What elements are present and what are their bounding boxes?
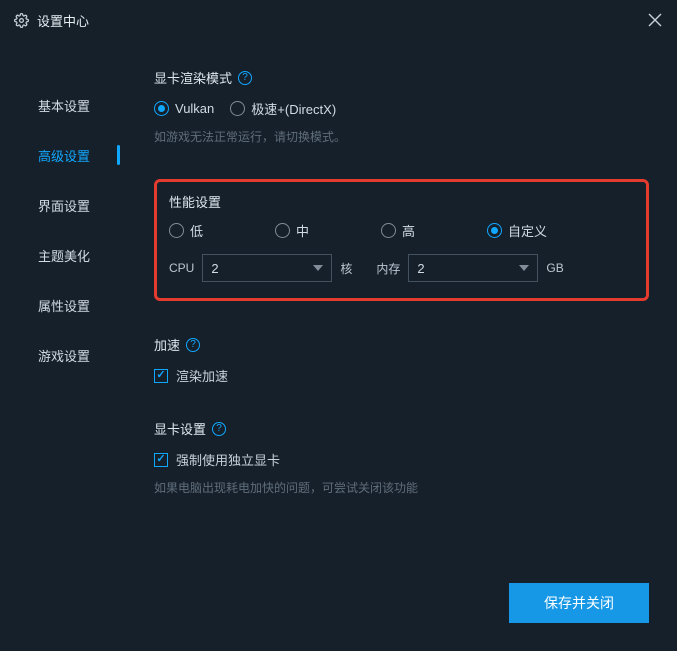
performance-section: 性能设置 低 中 高 自定义 bbox=[154, 179, 649, 301]
render-accel-checkbox[interactable]: 渲染加速 bbox=[154, 366, 649, 385]
radio-dot-icon bbox=[230, 101, 245, 116]
radio-label: 低 bbox=[190, 221, 203, 240]
perf-title: 性能设置 bbox=[169, 192, 221, 211]
titlebar: 设置中心 bbox=[0, 0, 677, 40]
checkbox-label: 强制使用独立显卡 bbox=[176, 450, 280, 469]
sidebar-item-basic[interactable]: 基本设置 bbox=[0, 80, 128, 130]
radio-label: 极速+(DirectX) bbox=[251, 99, 336, 118]
render-hint: 如游戏无法正常运行，请切换模式。 bbox=[154, 128, 649, 145]
gpu-section: 显卡设置 ? 强制使用独立显卡 如果电脑出现耗电加快的问题，可尝试关闭该功能 bbox=[154, 419, 649, 496]
cpu-unit: 核 bbox=[340, 260, 352, 277]
accel-title: 加速 bbox=[154, 335, 180, 354]
cpu-select[interactable]: 2 bbox=[202, 254, 332, 282]
radio-vulkan[interactable]: Vulkan bbox=[154, 101, 214, 116]
radio-label: 高 bbox=[402, 221, 415, 240]
render-section: 显卡渲染模式 ? Vulkan 极速+(DirectX) 如游戏无法正常运行，请… bbox=[154, 68, 649, 145]
sidebar: 基本设置 高级设置 界面设置 主题美化 属性设置 游戏设置 bbox=[0, 40, 128, 651]
radio-label: 中 bbox=[296, 221, 309, 240]
radio-dot-icon bbox=[169, 223, 184, 238]
render-title: 显卡渲染模式 bbox=[154, 68, 232, 87]
main-panel: 显卡渲染模式 ? Vulkan 极速+(DirectX) 如游戏无法正常运行，请… bbox=[128, 40, 677, 651]
help-icon[interactable]: ? bbox=[186, 338, 200, 352]
sidebar-item-property[interactable]: 属性设置 bbox=[0, 280, 128, 330]
help-icon[interactable]: ? bbox=[238, 71, 252, 85]
radio-label: 自定义 bbox=[508, 221, 547, 240]
checkbox-icon bbox=[154, 453, 168, 467]
radio-dot-icon bbox=[275, 223, 290, 238]
cpu-value: 2 bbox=[211, 261, 218, 276]
radio-label: Vulkan bbox=[175, 101, 214, 116]
help-icon[interactable]: ? bbox=[212, 422, 226, 436]
sidebar-item-advanced[interactable]: 高级设置 bbox=[0, 130, 128, 180]
save-close-button[interactable]: 保存并关闭 bbox=[509, 583, 649, 623]
close-button[interactable] bbox=[643, 8, 667, 32]
gear-icon bbox=[14, 13, 29, 28]
radio-custom[interactable]: 自定义 bbox=[487, 221, 547, 240]
sidebar-item-game[interactable]: 游戏设置 bbox=[0, 330, 128, 380]
radio-low[interactable]: 低 bbox=[169, 221, 275, 240]
radio-dot-icon bbox=[154, 101, 169, 116]
checkbox-label: 渲染加速 bbox=[176, 366, 228, 385]
checkbox-icon bbox=[154, 369, 168, 383]
window-title: 设置中心 bbox=[37, 11, 89, 30]
gpu-hint: 如果电脑出现耗电加快的问题，可尝试关闭该功能 bbox=[154, 479, 649, 496]
radio-directx[interactable]: 极速+(DirectX) bbox=[230, 99, 336, 118]
chevron-down-icon bbox=[519, 265, 529, 271]
sidebar-item-theme[interactable]: 主题美化 bbox=[0, 230, 128, 280]
mem-unit: GB bbox=[546, 261, 563, 275]
force-dgpu-checkbox[interactable]: 强制使用独立显卡 bbox=[154, 450, 649, 469]
gpu-title: 显卡设置 bbox=[154, 419, 206, 438]
accel-section: 加速 ? 渲染加速 bbox=[154, 335, 649, 385]
radio-dot-icon bbox=[487, 223, 502, 238]
cpu-label: CPU bbox=[169, 261, 194, 275]
radio-mid[interactable]: 中 bbox=[275, 221, 381, 240]
sidebar-item-ui[interactable]: 界面设置 bbox=[0, 180, 128, 230]
radio-high[interactable]: 高 bbox=[381, 221, 487, 240]
mem-label: 内存 bbox=[376, 260, 400, 277]
close-icon bbox=[648, 13, 662, 27]
radio-dot-icon bbox=[381, 223, 396, 238]
mem-select[interactable]: 2 bbox=[408, 254, 538, 282]
chevron-down-icon bbox=[313, 265, 323, 271]
mem-value: 2 bbox=[417, 261, 424, 276]
